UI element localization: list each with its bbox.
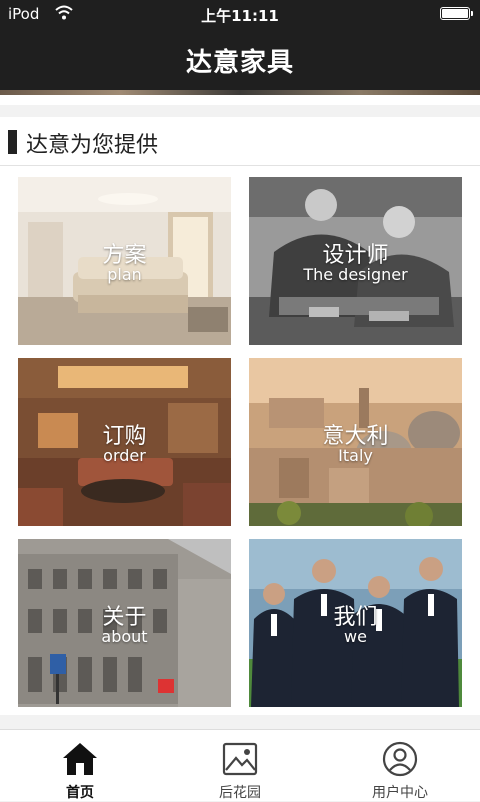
tile-subtitle: about bbox=[101, 627, 148, 646]
section-title: 达意为您提供 bbox=[26, 133, 159, 158]
tile-italy[interactable]: 意大利 Italy bbox=[249, 358, 462, 526]
home-icon bbox=[60, 741, 100, 777]
battery-icon bbox=[440, 7, 473, 20]
user-icon bbox=[380, 741, 420, 777]
status-bar: iPod 上午11:11 bbox=[0, 0, 480, 28]
tile-subtitle: Italy bbox=[338, 446, 373, 465]
tile-subtitle: we bbox=[344, 627, 367, 646]
tile-subtitle: The designer bbox=[303, 265, 408, 284]
bottom-spacer bbox=[0, 715, 480, 729]
status-time: 上午11:11 bbox=[201, 7, 279, 25]
tab-home[interactable]: 首页 bbox=[0, 730, 160, 801]
section-marker bbox=[8, 130, 17, 154]
tile-plan[interactable]: 方案 plan bbox=[18, 177, 231, 345]
tile-about[interactable]: 关于 about bbox=[18, 539, 231, 707]
picture-icon bbox=[220, 741, 260, 777]
tile-subtitle: plan bbox=[107, 265, 142, 284]
section-divider bbox=[0, 105, 480, 117]
tile-designer[interactable]: 设计师 The designer bbox=[249, 177, 462, 345]
tab-label: 首页 bbox=[66, 785, 94, 801]
tab-garden[interactable]: 后花园 bbox=[160, 730, 320, 801]
section-header: 达意为您提供 bbox=[0, 117, 480, 166]
services-section: 达意为您提供 方案 plan 设计师 The designer 订购 order… bbox=[0, 117, 480, 715]
tile-order[interactable]: 订购 order bbox=[18, 358, 231, 526]
tab-label: 后花园 bbox=[219, 785, 261, 801]
page-title: 达意家具 bbox=[185, 48, 294, 78]
tile-subtitle: order bbox=[103, 446, 146, 465]
header-bar: 达意家具 bbox=[0, 28, 480, 90]
tile-we[interactable]: 我们 we bbox=[249, 539, 462, 707]
tab-label: 用户中心 bbox=[372, 785, 428, 801]
bottom-tab-bar: 首页 后花园 用户中心 bbox=[0, 729, 480, 801]
banner-gap bbox=[0, 95, 480, 105]
tab-user-center[interactable]: 用户中心 bbox=[320, 730, 480, 801]
